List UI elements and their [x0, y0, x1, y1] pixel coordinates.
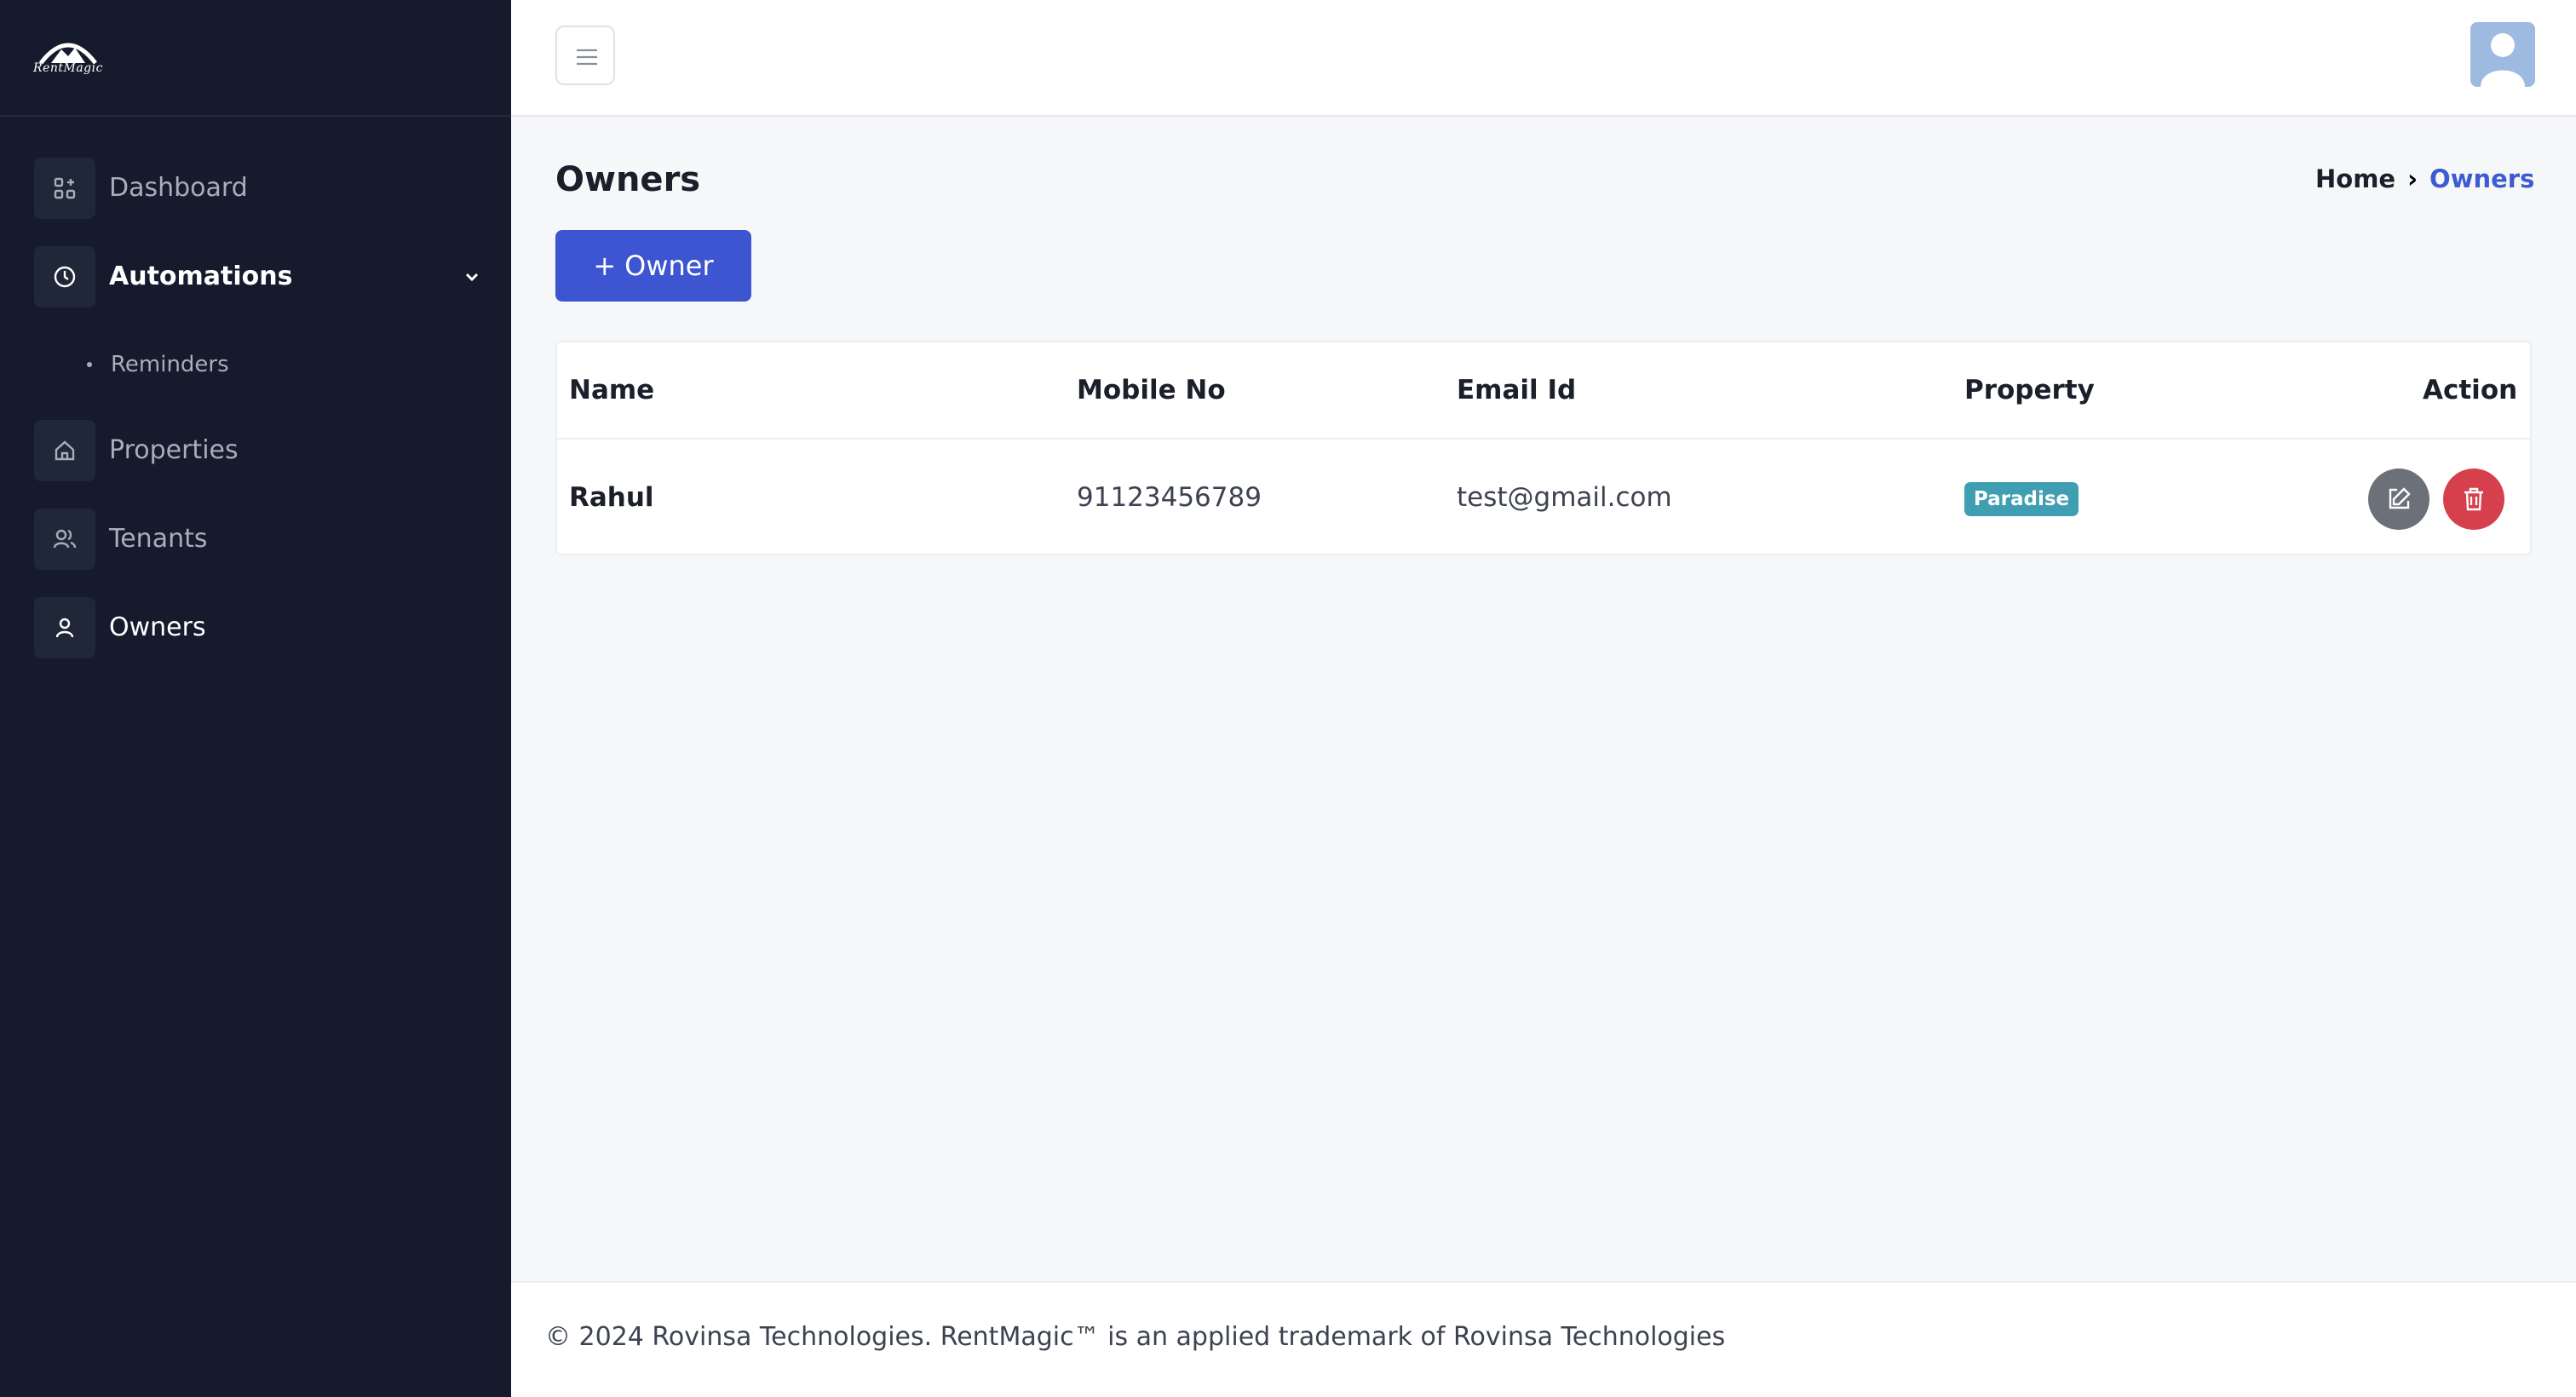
sidebar: RentMagic Dashboard Automations Reminder…: [0, 0, 511, 1397]
plus-icon: +: [593, 250, 617, 282]
menu-toggle-button[interactable]: [555, 26, 615, 85]
owners-table: Name Mobile No Email Id Property Action …: [555, 341, 2532, 555]
trash-icon: [2464, 487, 2483, 511]
logo-text: RentMagic: [33, 61, 103, 75]
clock-icon: [34, 246, 95, 308]
sidebar-item-label: Properties: [109, 435, 239, 465]
column-header-mobile: Mobile No: [1077, 375, 1226, 405]
column-header-action: Action: [2423, 375, 2518, 405]
cell-name: Rahul: [569, 482, 654, 513]
footer-copyright: © 2024 Rovinsa Technologies. RentMagic™ …: [545, 1322, 1726, 1352]
dashboard-icon: [34, 158, 95, 219]
chevron-right-icon: ›: [2407, 164, 2418, 193]
sidebar-item-properties[interactable]: Properties: [34, 420, 494, 483]
column-header-email: Email Id: [1457, 375, 1577, 405]
add-owner-label: Owner: [624, 250, 714, 282]
sidebar-subitem-reminders[interactable]: Reminders: [85, 348, 477, 382]
user-avatar[interactable]: [2470, 22, 2535, 87]
sidebar-item-dashboard[interactable]: Dashboard: [34, 158, 494, 221]
home-icon: [34, 420, 95, 481]
breadcrumb: Home › Owners: [2315, 162, 2534, 196]
cell-mobile: 91123456789: [1077, 482, 1262, 513]
sidebar-item-label: Dashboard: [109, 173, 248, 203]
users-icon: [34, 509, 95, 570]
bullet-icon: [87, 362, 92, 367]
sidebar-item-automations[interactable]: Automations: [34, 246, 494, 309]
sidebar-item-label: Tenants: [109, 524, 208, 554]
delete-button[interactable]: [2443, 469, 2504, 530]
sidebar-item-tenants[interactable]: Tenants: [34, 509, 494, 572]
breadcrumb-current: Owners: [2429, 164, 2535, 193]
hamburger-icon: [577, 49, 597, 66]
top-navbar: [511, 0, 2576, 117]
page-title: Owners: [555, 160, 701, 199]
column-header-name: Name: [569, 375, 655, 405]
brand-logo[interactable]: RentMagic: [0, 0, 511, 117]
edit-button[interactable]: [2368, 469, 2429, 530]
user-icon: [34, 597, 95, 658]
sidebar-item-owners[interactable]: Owners: [34, 597, 494, 660]
app: RentMagic Dashboard Automations Reminder…: [0, 0, 2576, 1397]
sidebar-item-label: Owners: [109, 612, 206, 642]
property-badge: Paradise: [1964, 482, 2079, 516]
footer: © 2024 Rovinsa Technologies. RentMagic™ …: [511, 1281, 2576, 1397]
add-owner-button[interactable]: + Owner: [555, 230, 751, 302]
edit-icon: [2389, 487, 2411, 509]
sidebar-subitem-label: Reminders: [111, 352, 229, 377]
cell-email: test@gmail.com: [1457, 482, 1672, 513]
column-header-property: Property: [1964, 375, 2095, 405]
chevron-down-icon: [465, 273, 479, 282]
breadcrumb-home-link[interactable]: Home: [2315, 164, 2395, 193]
sidebar-item-label: Automations: [109, 262, 293, 291]
avatar-icon: [2481, 33, 2525, 87]
